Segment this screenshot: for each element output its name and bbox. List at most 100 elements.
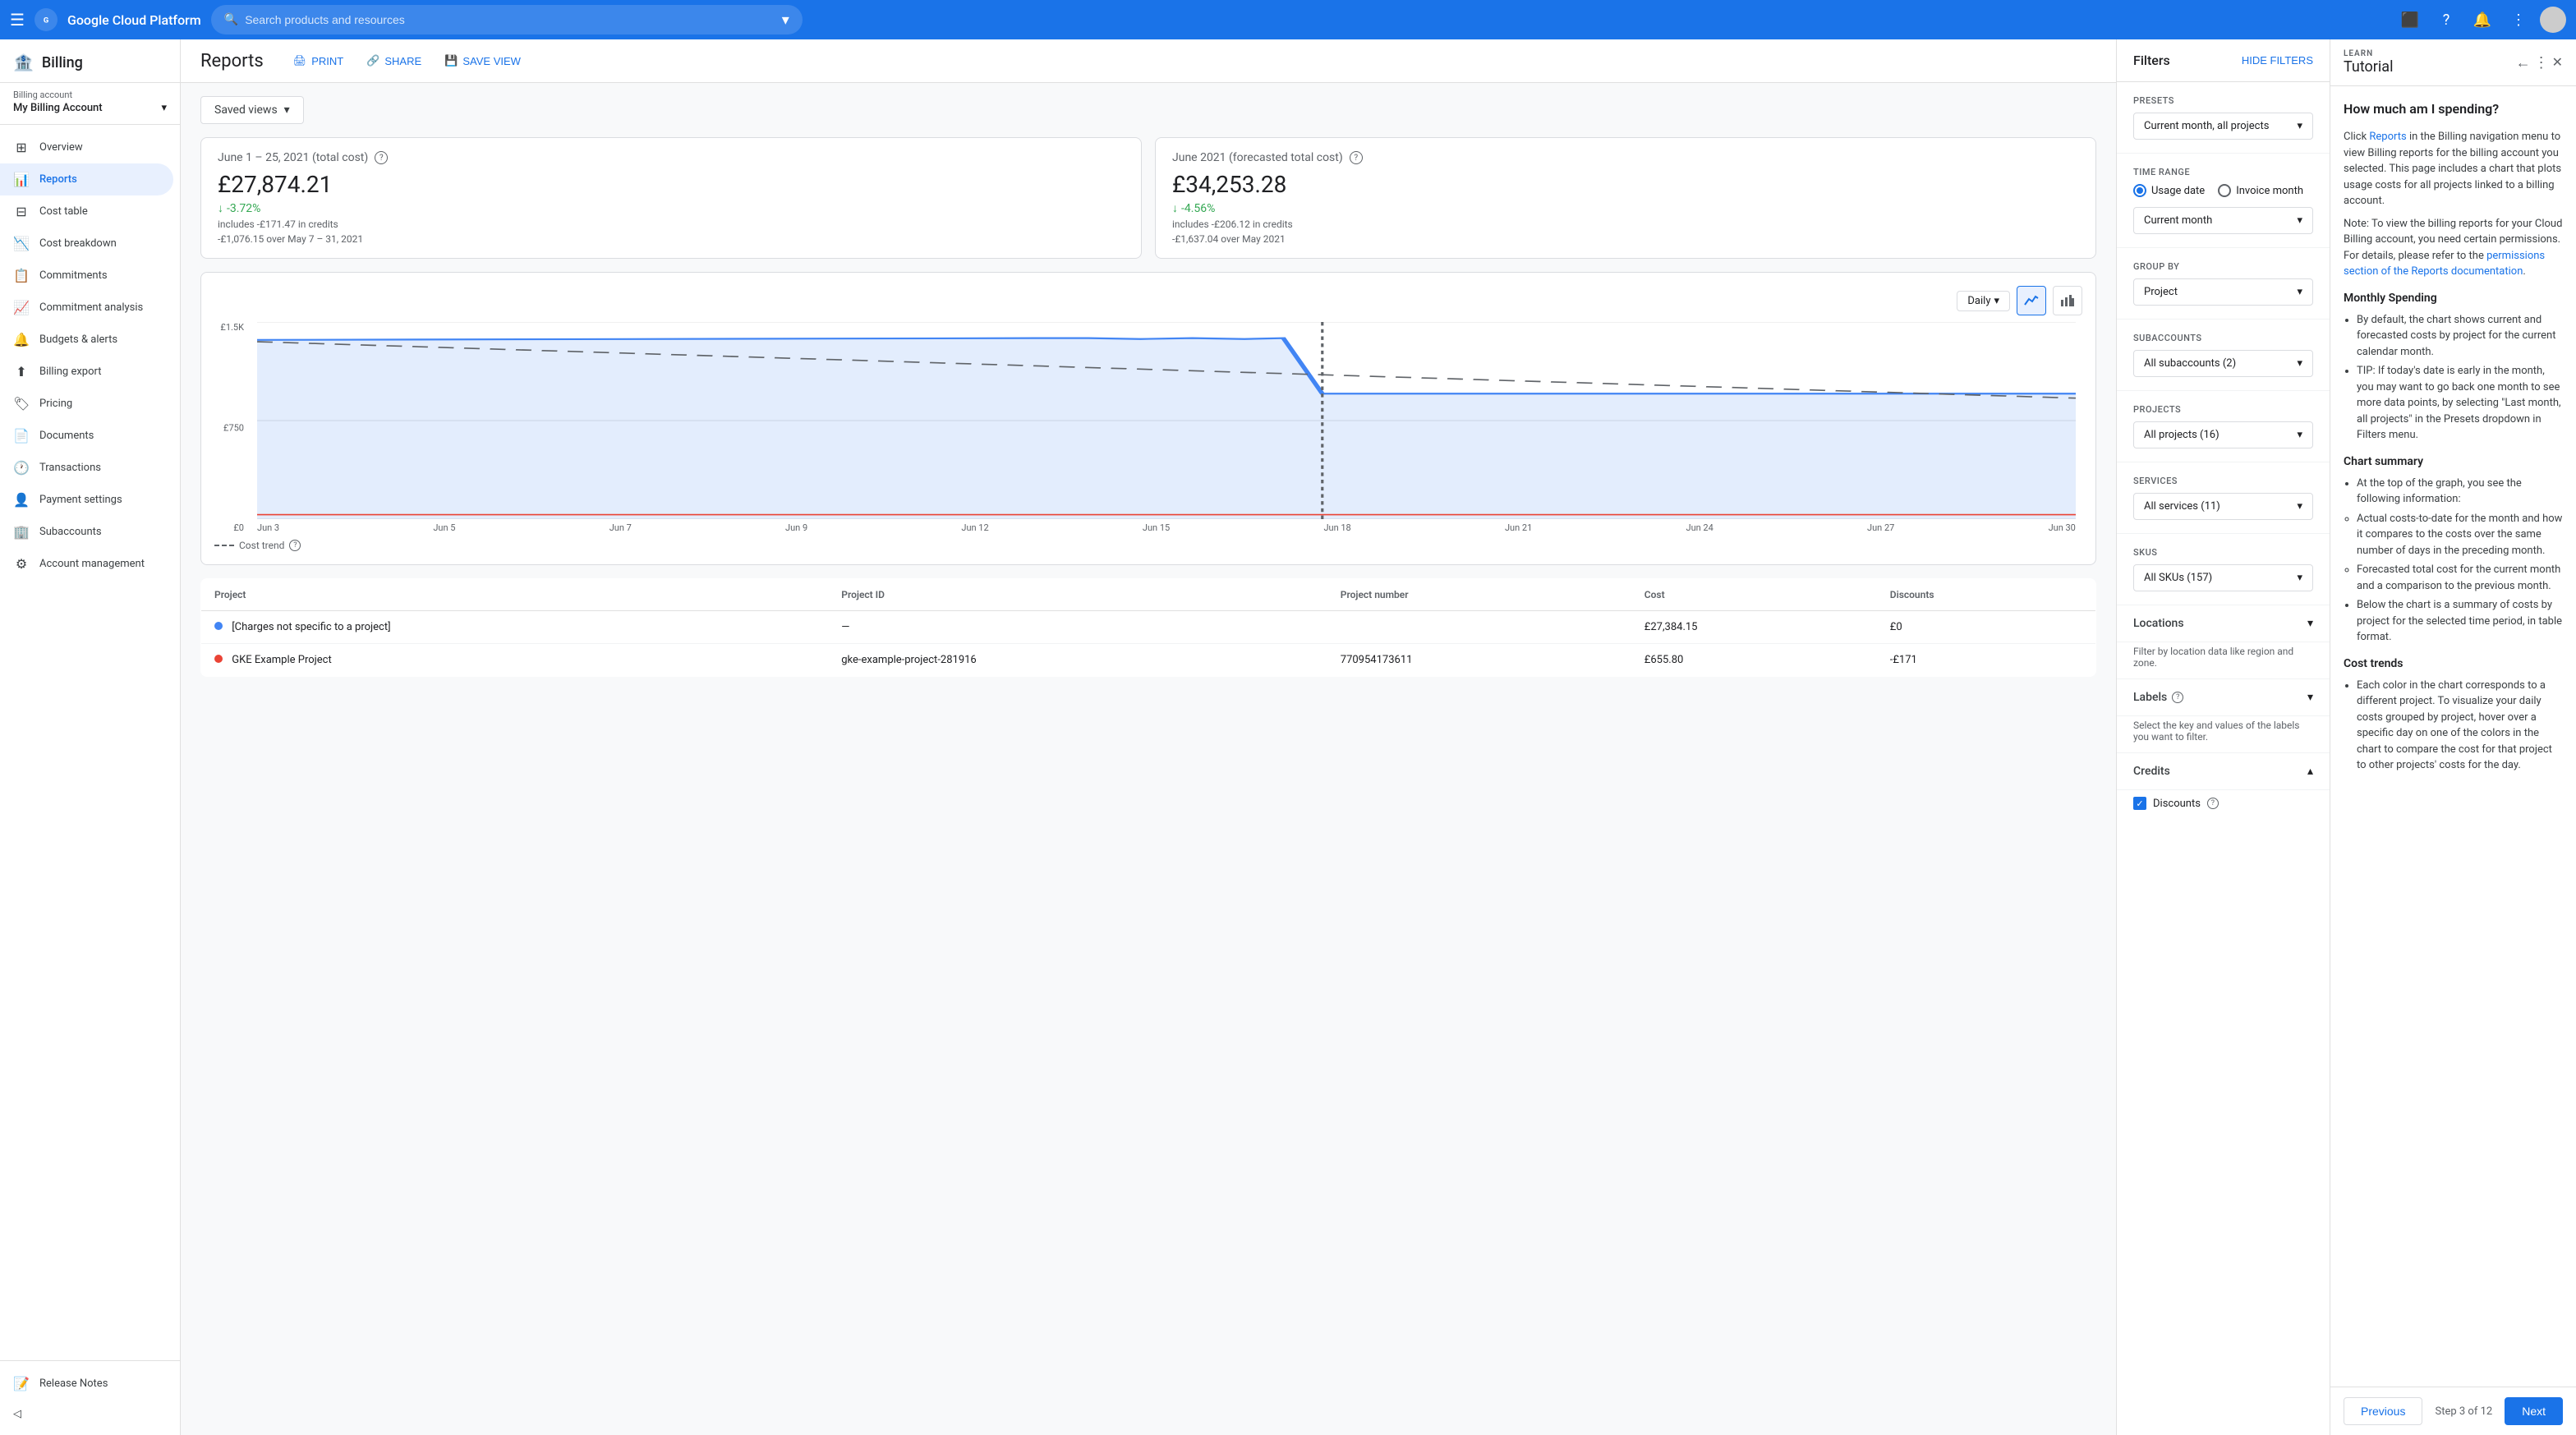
subaccounts-dropdown[interactable]: All subaccounts (2) ▾	[2133, 350, 2313, 377]
bar-chart-button[interactable]	[2053, 286, 2082, 315]
save-view-button[interactable]: 💾 SAVE VIEW	[435, 49, 531, 72]
share-button[interactable]: 🔗 SHARE	[356, 49, 431, 72]
invoice-month-radio[interactable]: Invoice month	[2218, 184, 2303, 197]
filters-panel: Filters HIDE FILTERS Presets Current mon…	[2116, 39, 2330, 1435]
services-chevron: ▾	[2297, 500, 2302, 513]
notifications-icon[interactable]: 🔔	[2468, 5, 2497, 34]
tutorial-panel: LEARN Tutorial ← ⋮ ✕ How much am I spend…	[2330, 39, 2576, 1435]
row1-dot	[214, 622, 223, 630]
subaccounts-label: Subaccounts	[2133, 333, 2313, 343]
actual-comparison: -£1,076.15 over May 7 – 31, 2021	[218, 233, 1125, 245]
user-avatar[interactable]	[2540, 7, 2566, 33]
sidebar-item-payment-settings[interactable]: 👤 Payment settings	[0, 484, 173, 516]
search-bar[interactable]: 🔍 ▾	[211, 5, 803, 34]
billing-account-selector[interactable]: My Billing Account ▾	[13, 102, 167, 114]
projects-dropdown[interactable]: All projects (16) ▾	[2133, 421, 2313, 448]
tutorial-previous-button[interactable]: Previous	[2344, 1397, 2422, 1425]
legend-help-icon[interactable]: ?	[289, 540, 301, 551]
sidebar-item-release-notes[interactable]: 📝 Release Notes	[0, 1368, 173, 1400]
content-area: Reports 🖨 PRINT 🔗 SHARE 💾 SAVE VIEW	[181, 39, 2576, 1435]
reports-main: Reports 🖨 PRINT 🔗 SHARE 💾 SAVE VIEW	[181, 39, 2116, 1435]
list-item: TIP: If today's date is early in the mon…	[2357, 363, 2563, 444]
sidebar-item-billing-export[interactable]: ⬆ Billing export	[0, 356, 173, 388]
group-by-dropdown[interactable]: Project ▾	[2133, 278, 2313, 306]
daily-chevron: ▾	[1994, 295, 1999, 307]
presets-dropdown[interactable]: Current month, all projects ▾	[2133, 113, 2313, 140]
filter-presets: Presets Current month, all projects ▾	[2117, 82, 2330, 154]
tutorial-reports-link[interactable]: Reports	[2369, 131, 2406, 143]
x-label-6: Jun 18	[1323, 522, 1350, 533]
presets-label: Presets	[2133, 95, 2313, 106]
filters-header: Filters HIDE FILTERS	[2117, 39, 2330, 82]
usage-date-radio[interactable]: Usage date	[2133, 184, 2205, 197]
billing-account-label: Billing account	[13, 90, 167, 100]
saved-views-bar: Saved views ▾	[200, 96, 2096, 124]
period-chevron: ▾	[2297, 214, 2302, 227]
sidebar-item-cost-breakdown[interactable]: 📉 Cost breakdown	[0, 228, 173, 260]
time-range-period-dropdown[interactable]: Current month ▾	[2133, 207, 2313, 234]
tutorial-back-button[interactable]: ←	[2516, 54, 2531, 71]
saved-views-chevron: ▾	[284, 103, 290, 117]
search-input[interactable]	[245, 13, 775, 26]
hide-filters-button[interactable]: HIDE FILTERS	[2242, 54, 2313, 67]
forecasted-help-icon[interactable]: ?	[1350, 151, 1363, 164]
chart-legend: Cost trend ?	[214, 540, 2082, 551]
table-row: [Charges not specific to a project] — £2…	[201, 611, 2096, 644]
more-icon[interactable]: ⋮	[2504, 5, 2533, 34]
sidebar-item-cost-table[interactable]: ⊟ Cost table	[0, 195, 173, 228]
sidebar-item-transactions[interactable]: 🕐 Transactions	[0, 452, 173, 484]
billing-account-section: Billing account My Billing Account ▾	[0, 83, 180, 125]
sidebar-item-reports[interactable]: 📊 Reports	[0, 163, 173, 195]
search-dropdown-icon[interactable]: ▾	[782, 11, 789, 29]
x-label-0: Jun 3	[257, 522, 279, 533]
sidebar-item-commitment-analysis[interactable]: 📈 Commitment analysis	[0, 292, 173, 324]
hamburger-menu[interactable]: ☰	[10, 10, 25, 30]
help-icon[interactable]: ?	[2431, 5, 2461, 34]
print-button[interactable]: 🖨 PRINT	[283, 49, 354, 72]
discounts-help-icon[interactable]: ?	[2207, 798, 2219, 809]
daily-selector[interactable]: Daily ▾	[1957, 291, 2010, 311]
filter-locations[interactable]: Locations ▾	[2117, 605, 2330, 642]
tutorial-cost-trends-title: Cost trends	[2344, 655, 2563, 673]
reports-content: Saved views ▾ June 1 – 25, 2021 (total c…	[181, 83, 2116, 1435]
tutorial-next-button[interactable]: Next	[2505, 1397, 2563, 1425]
sidebar-collapse-button[interactable]: ◁	[0, 1400, 180, 1428]
filter-credits[interactable]: Credits ▴	[2117, 753, 2330, 790]
discounts-checkbox-item[interactable]: ✓ Discounts ?	[2117, 790, 2330, 816]
line-chart-button[interactable]	[2017, 286, 2046, 315]
filter-skus: SKUs All SKUs (157) ▾	[2117, 534, 2330, 605]
sidebar-item-pricing[interactable]: 🏷 Pricing	[0, 388, 173, 420]
actual-help-icon[interactable]: ?	[375, 151, 388, 164]
tutorial-close-button[interactable]: ✕	[2552, 54, 2563, 71]
discounts-checkbox[interactable]: ✓	[2133, 797, 2146, 810]
x-label-8: Jun 24	[1686, 522, 1714, 533]
projects-chevron: ▾	[2297, 429, 2302, 441]
header-actions: 🖨 PRINT 🔗 SHARE 💾 SAVE VIEW	[283, 49, 531, 72]
tutorial-monthly-spending-list: By default, the chart shows current and …	[2357, 312, 2563, 444]
locations-expand-icon: ▾	[2307, 617, 2313, 630]
filter-labels[interactable]: Labels ? ▾	[2117, 679, 2330, 716]
sidebar-footer: 📝 Release Notes ◁	[0, 1360, 180, 1435]
saved-views-dropdown[interactable]: Saved views ▾	[200, 96, 304, 124]
sidebar-item-account-management[interactable]: ⚙ Account management	[0, 548, 173, 580]
row2-project-number: 770954173611	[1327, 644, 1631, 677]
tutorial-more-button[interactable]: ⋮	[2534, 54, 2549, 71]
forecasted-amount: £34,253.28	[1172, 171, 2079, 198]
sidebar-item-budgets-alerts[interactable]: 🔔 Budgets & alerts	[0, 324, 173, 356]
col-project-number: Project number	[1327, 579, 1631, 611]
sidebar-item-subaccounts[interactable]: 🏢 Subaccounts	[0, 516, 173, 548]
collapse-icon: ◁	[13, 1408, 21, 1420]
sidebar-item-overview[interactable]: ⊞ Overview	[0, 131, 173, 163]
sidebar-item-label-commitments: Commitments	[39, 269, 108, 282]
y-label-mid: £750	[223, 422, 244, 433]
legend-dashed-line	[214, 545, 234, 546]
services-dropdown[interactable]: All services (11) ▾	[2133, 493, 2313, 520]
subaccounts-icon: 🏢	[13, 524, 30, 540]
sidebar-item-commitments[interactable]: 📋 Commitments	[0, 260, 173, 292]
sidebar-item-documents[interactable]: 📄 Documents	[0, 420, 173, 452]
row2-cost: £655.80	[1631, 644, 1877, 677]
labels-help-icon[interactable]: ?	[2172, 692, 2183, 703]
skus-dropdown[interactable]: All SKUs (157) ▾	[2133, 564, 2313, 591]
tutorial-cost-trends-list: Each color in the chart corresponds to a…	[2357, 678, 2563, 774]
cloud-shell-icon[interactable]: ⬛	[2395, 5, 2425, 34]
